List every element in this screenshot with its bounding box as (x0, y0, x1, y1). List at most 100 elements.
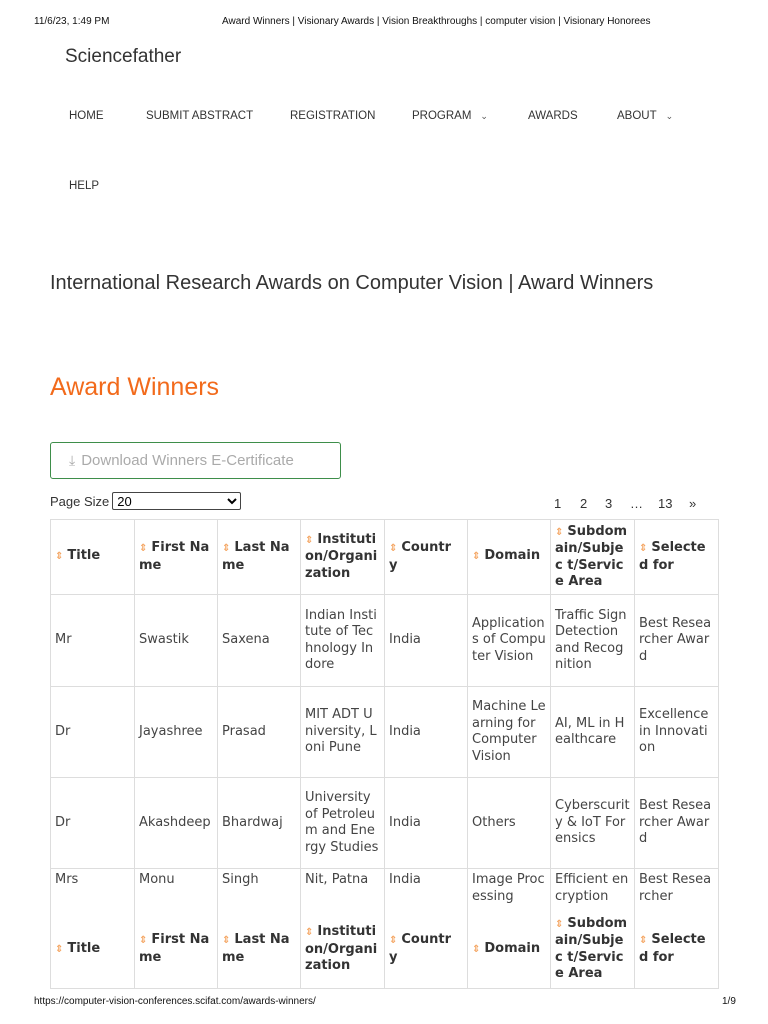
sort-icon: ⇕ (389, 935, 398, 947)
header-col-5[interactable]: ⇕ Domain (467, 519, 551, 595)
download-certificate-button[interactable]: ⤓ Download Winners E-Certificate (50, 442, 341, 479)
header-col-7[interactable]: ⇕ Selected for (634, 519, 719, 595)
table-cell: India (384, 777, 468, 869)
nav-registration[interactable]: REGISTRATION (290, 110, 375, 122)
column-label: Subdom ain/Subjec t/Service Area (555, 523, 628, 590)
section-title: Award Winners (50, 373, 220, 401)
table-cell: MIT ADT University, Loni Pune (300, 686, 385, 778)
sort-icon: ⇕ (555, 526, 564, 538)
column-label: Instituti on/Organi zation (305, 924, 378, 973)
table-cell: Mr (50, 594, 135, 687)
table-cell: AI, ML in Healthcare (550, 686, 635, 778)
column-label: Selected for (639, 540, 706, 573)
nav-program-label: PROGRAM (412, 110, 472, 122)
nav-help[interactable]: HELP (69, 180, 99, 192)
table-cell: Best Researcher Award (634, 594, 719, 687)
footer-col-7[interactable]: ⇕ Selected for (634, 910, 719, 989)
sort-icon: ⇕ (139, 543, 148, 554)
table-cell: India (384, 594, 468, 687)
header-col-1[interactable]: ⇕ First Name (134, 519, 218, 595)
table-cell: Cyberscurity & IoT Forensics (550, 777, 635, 869)
table-cell: Jayashree (134, 686, 218, 778)
table-row: Dr Jayashree Prasad MIT ADT University, Lon… (50, 686, 719, 778)
nav-submit-abstract[interactable]: SUBMIT ABSTRACT (146, 110, 253, 122)
nav-awards[interactable]: AWARDS (528, 110, 578, 122)
sort-icon: ⇕ (55, 943, 64, 955)
table-header-row: ⇕ Title ⇕ First Name ⇕ Last Name ⇕ Instituti on… (50, 519, 719, 595)
table-row: Mr Swastik Saxena Indian Institute of Techn… (50, 594, 719, 687)
sort-icon: ⇕ (305, 534, 314, 546)
table-cell: Machine Learning for Computer Vision (467, 686, 551, 778)
footer-col-0[interactable]: ⇕ Title (50, 910, 135, 989)
table-cell: Indian Institute of Technology Indore (300, 594, 385, 687)
table-cell: Saxena (217, 594, 301, 687)
sort-icon: ⇕ (389, 543, 398, 554)
column-label: Domain (484, 548, 541, 564)
sort-icon: ⇕ (472, 943, 481, 955)
header-col-6[interactable]: ⇕ Subdom ain/Subjec t/Service Area (550, 519, 635, 595)
sort-icon: ⇕ (222, 935, 231, 947)
table-cell: Mrs (50, 868, 135, 911)
footer-col-3[interactable]: ⇕ Instituti on/Organi zation (300, 910, 385, 989)
header-col-3[interactable]: ⇕ Instituti on/Organi zation (300, 519, 385, 595)
table-cell: Excellence in Innovation (634, 686, 719, 778)
sort-icon: ⇕ (55, 551, 64, 563)
header-col-2[interactable]: ⇕ Last Name (217, 519, 301, 595)
table-cell: Bhardwaj (217, 777, 301, 869)
table-cell: Dr (50, 777, 135, 869)
column-label: Title (67, 940, 101, 956)
sort-icon: ⇕ (555, 918, 564, 930)
table-cell: Singh (217, 868, 301, 911)
table-cell: Prasad (217, 686, 301, 778)
nav-program[interactable]: PROGRAM ⌄ (412, 110, 488, 122)
sort-icon: ⇕ (305, 927, 314, 938)
table-cell: Best Researcher (634, 868, 719, 911)
table-cell: India (384, 868, 468, 911)
page-size-select[interactable]: 20 (112, 492, 242, 510)
page-link-13[interactable]: 13 (658, 496, 672, 511)
sort-icon: ⇕ (472, 551, 481, 563)
download-icon: ⤓ (69, 452, 76, 468)
table-cell: Efficient encryption (550, 868, 635, 911)
sort-icon: ⇕ (639, 935, 648, 947)
column-label: Instituti on/Organi zation (305, 531, 378, 581)
page-link-2[interactable]: 2 (580, 496, 587, 511)
nav-about-label: ABOUT (617, 110, 657, 122)
column-label: Countr y (389, 932, 451, 965)
print-page-number: 1/9 (722, 996, 736, 1007)
table-row: Mrs Monu Singh Nit, Patna India Image Process… (50, 868, 719, 911)
print-datetime: 11/6/23, 1:49 PM (34, 16, 110, 27)
nav-about[interactable]: ABOUT ⌄ (617, 110, 673, 122)
nav-home[interactable]: HOME (69, 110, 104, 122)
page-link-1[interactable]: 1 (554, 496, 561, 511)
column-label: Countr y (389, 540, 451, 573)
footer-col-4[interactable]: ⇕ Countr y (384, 910, 468, 989)
table-cell: Akashdeep (134, 777, 218, 869)
footer-col-1[interactable]: ⇕ First Name (134, 910, 218, 989)
page-size-label: Page Size (50, 493, 110, 509)
column-label: Last Name (222, 932, 290, 965)
header-col-4[interactable]: ⇕ Countr y (384, 519, 468, 595)
page-link-3[interactable]: 3 (605, 496, 612, 511)
column-label: Title (67, 548, 101, 564)
table-cell: Dr (50, 686, 135, 778)
page-ellipsis: … (630, 496, 643, 511)
column-label: First Name (139, 932, 210, 965)
page-next[interactable]: » (689, 496, 696, 511)
table-footer-header-row: ⇕ Title ⇕ First Name ⇕ Last Name ⇕ Instituti on… (50, 910, 719, 989)
page-size-control: Page Size 20 (50, 492, 242, 510)
table-cell: Swastik (134, 594, 218, 687)
table-cell: Image Processing (467, 868, 551, 911)
column-label: Selected for (639, 932, 706, 965)
footer-col-2[interactable]: ⇕ Last Name (217, 910, 301, 989)
column-label: Subdom ain/Subjec t/Service Area (555, 915, 628, 982)
site-logo[interactable]: Sciencefather (65, 46, 181, 68)
header-col-0[interactable]: ⇕ Title (50, 519, 135, 595)
footer-col-5[interactable]: ⇕ Domain (467, 910, 551, 989)
chevron-down-icon: ⌄ (480, 111, 488, 121)
sort-icon: ⇕ (139, 935, 148, 947)
table-cell: University of Petroleum and Energy Studi… (300, 777, 385, 869)
column-label: Last Name (222, 540, 290, 573)
footer-col-6[interactable]: ⇕ Subdom ain/Subjec t/Service Area (550, 910, 635, 989)
sort-icon: ⇕ (639, 543, 648, 554)
